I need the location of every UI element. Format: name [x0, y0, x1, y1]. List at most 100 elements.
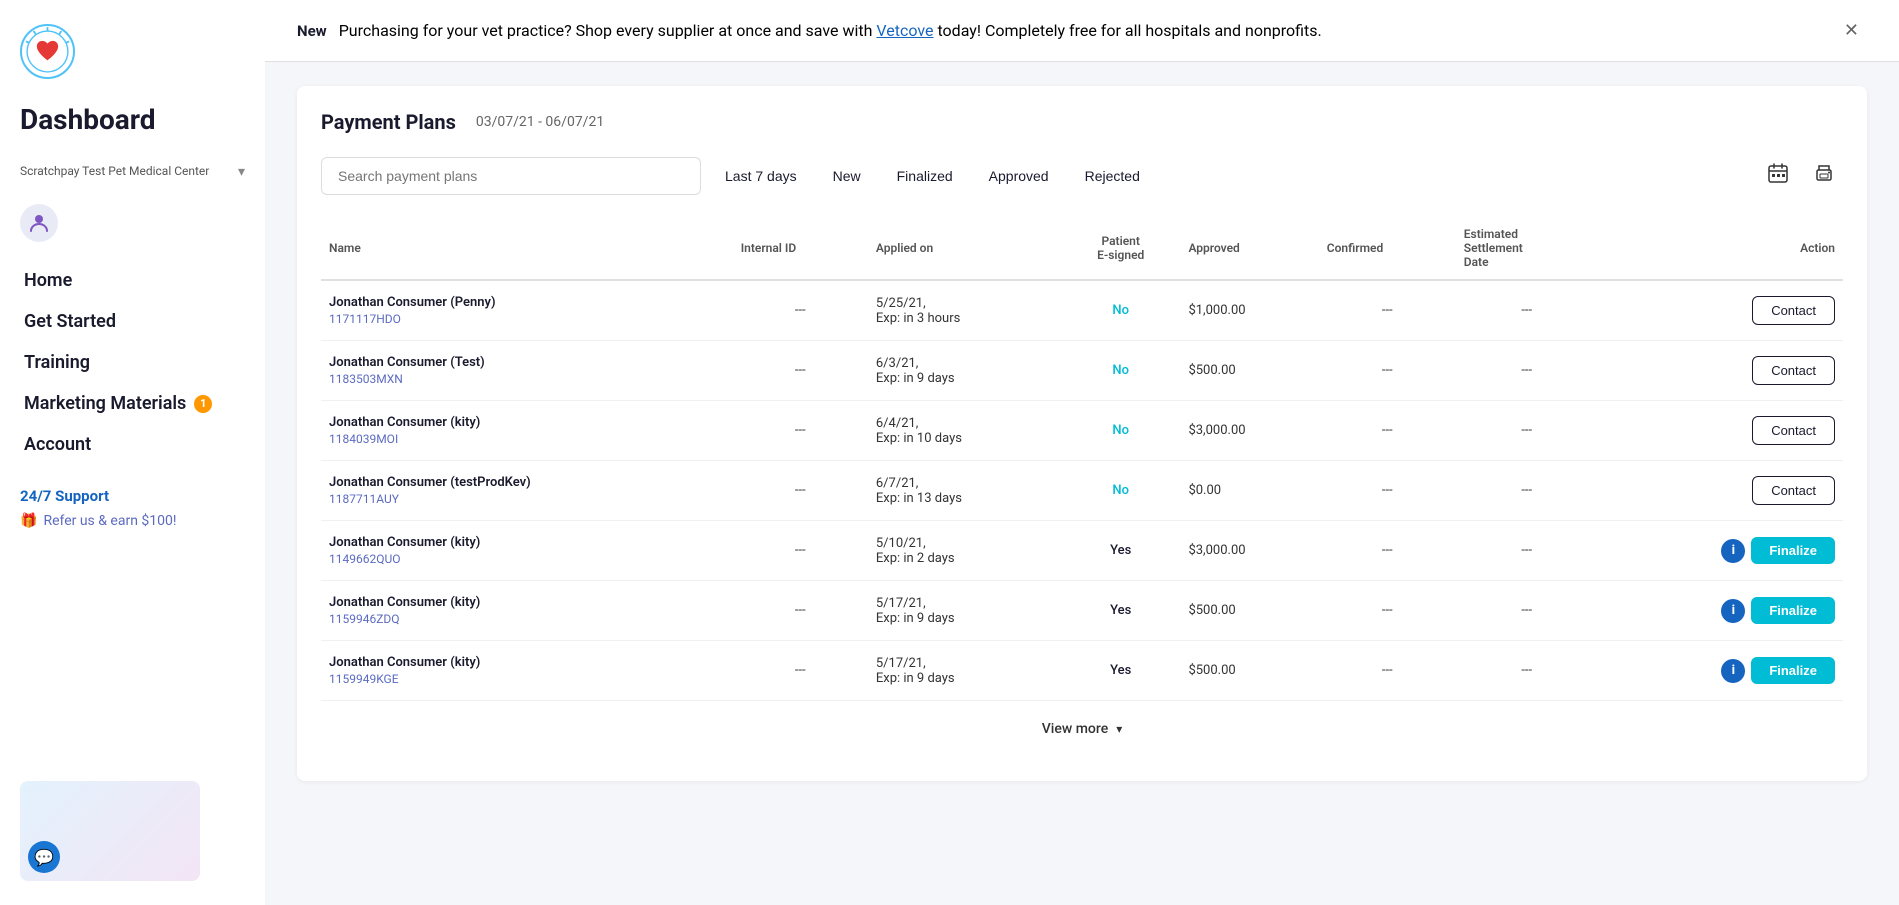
patient-id: 1187711AUY — [329, 492, 725, 506]
patient-name: Jonathan Consumer (kity) — [329, 595, 725, 610]
plans-toolbar: Last 7 days New Finalized Approved Rejec… — [321, 154, 1843, 197]
cell-applied-on: 5/25/21, Exp: in 3 hours — [868, 280, 1061, 341]
cell-patient-esigned: Yes — [1061, 581, 1181, 641]
banner-text: Purchasing for your vet practice? Shop e… — [339, 21, 1322, 40]
info-icon[interactable]: i — [1721, 599, 1745, 623]
logo-icon — [20, 24, 75, 79]
cell-internal-id: --- — [733, 280, 868, 341]
cell-patient-esigned: No — [1061, 341, 1181, 401]
info-icon[interactable]: i — [1721, 539, 1745, 563]
nav-link-marketing[interactable]: Marketing Materials 1 — [20, 385, 245, 422]
patient-name: Jonathan Consumer (kity) — [329, 415, 725, 430]
nav-link-get-started[interactable]: Get Started — [20, 303, 245, 340]
search-input[interactable] — [321, 157, 701, 195]
logo-area — [20, 24, 245, 79]
plans-header: Payment Plans 03/07/21 - 06/07/21 — [321, 110, 1843, 134]
table-row: Jonathan Consumer (kity) 1149662QUO --- … — [321, 521, 1843, 581]
plans-title: Payment Plans — [321, 110, 456, 134]
filter-last7-button[interactable]: Last 7 days — [713, 160, 809, 192]
col-header-action: Action — [1598, 217, 1843, 280]
cell-estimated-settlement-date: --- — [1456, 521, 1598, 581]
col-header-approved: Approved — [1180, 217, 1318, 280]
nav-item-account[interactable]: Account — [20, 426, 245, 463]
table-row: Jonathan Consumer (kity) 1184039MOI --- … — [321, 401, 1843, 461]
table-row: Jonathan Consumer (testProdKev) 1187711A… — [321, 461, 1843, 521]
cell-confirmed: --- — [1319, 641, 1456, 701]
contact-button[interactable]: Contact — [1752, 296, 1835, 325]
view-more-button[interactable]: View more ▾ — [321, 701, 1843, 757]
nav-item-get-started[interactable]: Get Started — [20, 303, 245, 340]
finalize-action-cell: i Finalize — [1606, 657, 1835, 684]
refer-link[interactable]: 🎁 Refer us & earn $100! — [20, 513, 245, 529]
finalize-button[interactable]: Finalize — [1751, 657, 1835, 684]
calendar-icon-button[interactable] — [1759, 154, 1797, 197]
logo-svg — [22, 24, 73, 79]
nav-menu: Home Get Started Training Marketing Mate… — [20, 262, 245, 467]
user-icon — [27, 211, 51, 235]
finalize-action-cell: i Finalize — [1606, 537, 1835, 564]
finalize-button[interactable]: Finalize — [1751, 537, 1835, 564]
plans-date-range: 03/07/21 - 06/07/21 — [476, 114, 604, 130]
cell-estimated-settlement-date: --- — [1456, 341, 1598, 401]
filter-approved-button[interactable]: Approved — [977, 160, 1061, 192]
nav-item-marketing[interactable]: Marketing Materials 1 — [20, 385, 245, 422]
nav-link-account[interactable]: Account — [20, 426, 245, 463]
cell-action: i Finalize — [1598, 521, 1843, 581]
nav-item-training[interactable]: Training — [20, 344, 245, 381]
patient-name: Jonathan Consumer (Test) — [329, 355, 725, 370]
nav-link-training[interactable]: Training — [20, 344, 245, 381]
print-icon — [1813, 162, 1835, 184]
chat-bubble-icon[interactable]: 💬 — [28, 841, 60, 873]
cell-estimated-settlement-date: --- — [1456, 641, 1598, 701]
cell-approved: $500.00 — [1180, 641, 1318, 701]
finalize-button[interactable]: Finalize — [1751, 597, 1835, 624]
cell-action: Contact — [1598, 280, 1843, 341]
support-link[interactable]: 24/7 Support — [20, 487, 245, 505]
cell-applied-on: 6/7/21, Exp: in 13 days — [868, 461, 1061, 521]
org-selector[interactable]: Scratchpay Test Pet Medical Center ▾ — [20, 156, 245, 188]
patient-id: 1159949KGE — [329, 672, 725, 686]
cell-estimated-settlement-date: --- — [1456, 461, 1598, 521]
user-avatar[interactable] — [20, 204, 58, 242]
view-more-chevron-icon: ▾ — [1116, 722, 1122, 736]
payment-plans-section: Payment Plans 03/07/21 - 06/07/21 Last 7… — [297, 86, 1867, 781]
cell-applied-on: 5/17/21, Exp: in 9 days — [868, 581, 1061, 641]
table-row: Jonathan Consumer (kity) 1159946ZDQ --- … — [321, 581, 1843, 641]
patient-id: 1149662QUO — [329, 552, 725, 566]
banner-close-button[interactable]: ✕ — [1836, 16, 1867, 45]
col-header-applied-on: Applied on — [868, 217, 1061, 280]
patient-name: Jonathan Consumer (kity) — [329, 655, 725, 670]
contact-button[interactable]: Contact — [1752, 356, 1835, 385]
cell-internal-id: --- — [733, 341, 868, 401]
contact-button[interactable]: Contact — [1752, 416, 1835, 445]
print-icon-button[interactable] — [1805, 154, 1843, 197]
cell-confirmed: --- — [1319, 521, 1456, 581]
cell-confirmed: --- — [1319, 581, 1456, 641]
nav-item-home[interactable]: Home — [20, 262, 245, 299]
table-row: Jonathan Consumer (Test) 1183503MXN --- … — [321, 341, 1843, 401]
main-content: New Purchasing for your vet practice? Sh… — [265, 0, 1899, 905]
cell-action: Contact — [1598, 461, 1843, 521]
nav-link-home[interactable]: Home — [20, 262, 245, 299]
contact-button[interactable]: Contact — [1752, 476, 1835, 505]
calendar-icon — [1767, 162, 1789, 184]
cell-patient-esigned: No — [1061, 461, 1181, 521]
gift-icon: 🎁 — [20, 513, 37, 529]
cell-approved: $3,000.00 — [1180, 401, 1318, 461]
illustration: 💬 — [20, 781, 200, 881]
info-icon[interactable]: i — [1721, 659, 1745, 683]
patient-id: 1171117HDO — [329, 312, 725, 326]
col-header-name: Name — [321, 217, 733, 280]
cell-applied-on: 6/4/21, Exp: in 10 days — [868, 401, 1061, 461]
col-header-estimated-settlement: Estimated Settlement Date — [1456, 217, 1598, 280]
banner-content: New Purchasing for your vet practice? Sh… — [297, 21, 1836, 40]
payment-plans-table: Name Internal ID Applied on Patient E-si… — [321, 217, 1843, 701]
filter-finalized-button[interactable]: Finalized — [885, 160, 965, 192]
filter-new-button[interactable]: New — [821, 160, 873, 192]
cell-name: Jonathan Consumer (Penny) 1171117HDO — [321, 280, 733, 341]
cell-estimated-settlement-date: --- — [1456, 581, 1598, 641]
filter-rejected-button[interactable]: Rejected — [1073, 160, 1152, 192]
patient-name: Jonathan Consumer (kity) — [329, 535, 725, 550]
vetcove-link[interactable]: Vetcove — [876, 21, 933, 40]
cell-approved: $3,000.00 — [1180, 521, 1318, 581]
